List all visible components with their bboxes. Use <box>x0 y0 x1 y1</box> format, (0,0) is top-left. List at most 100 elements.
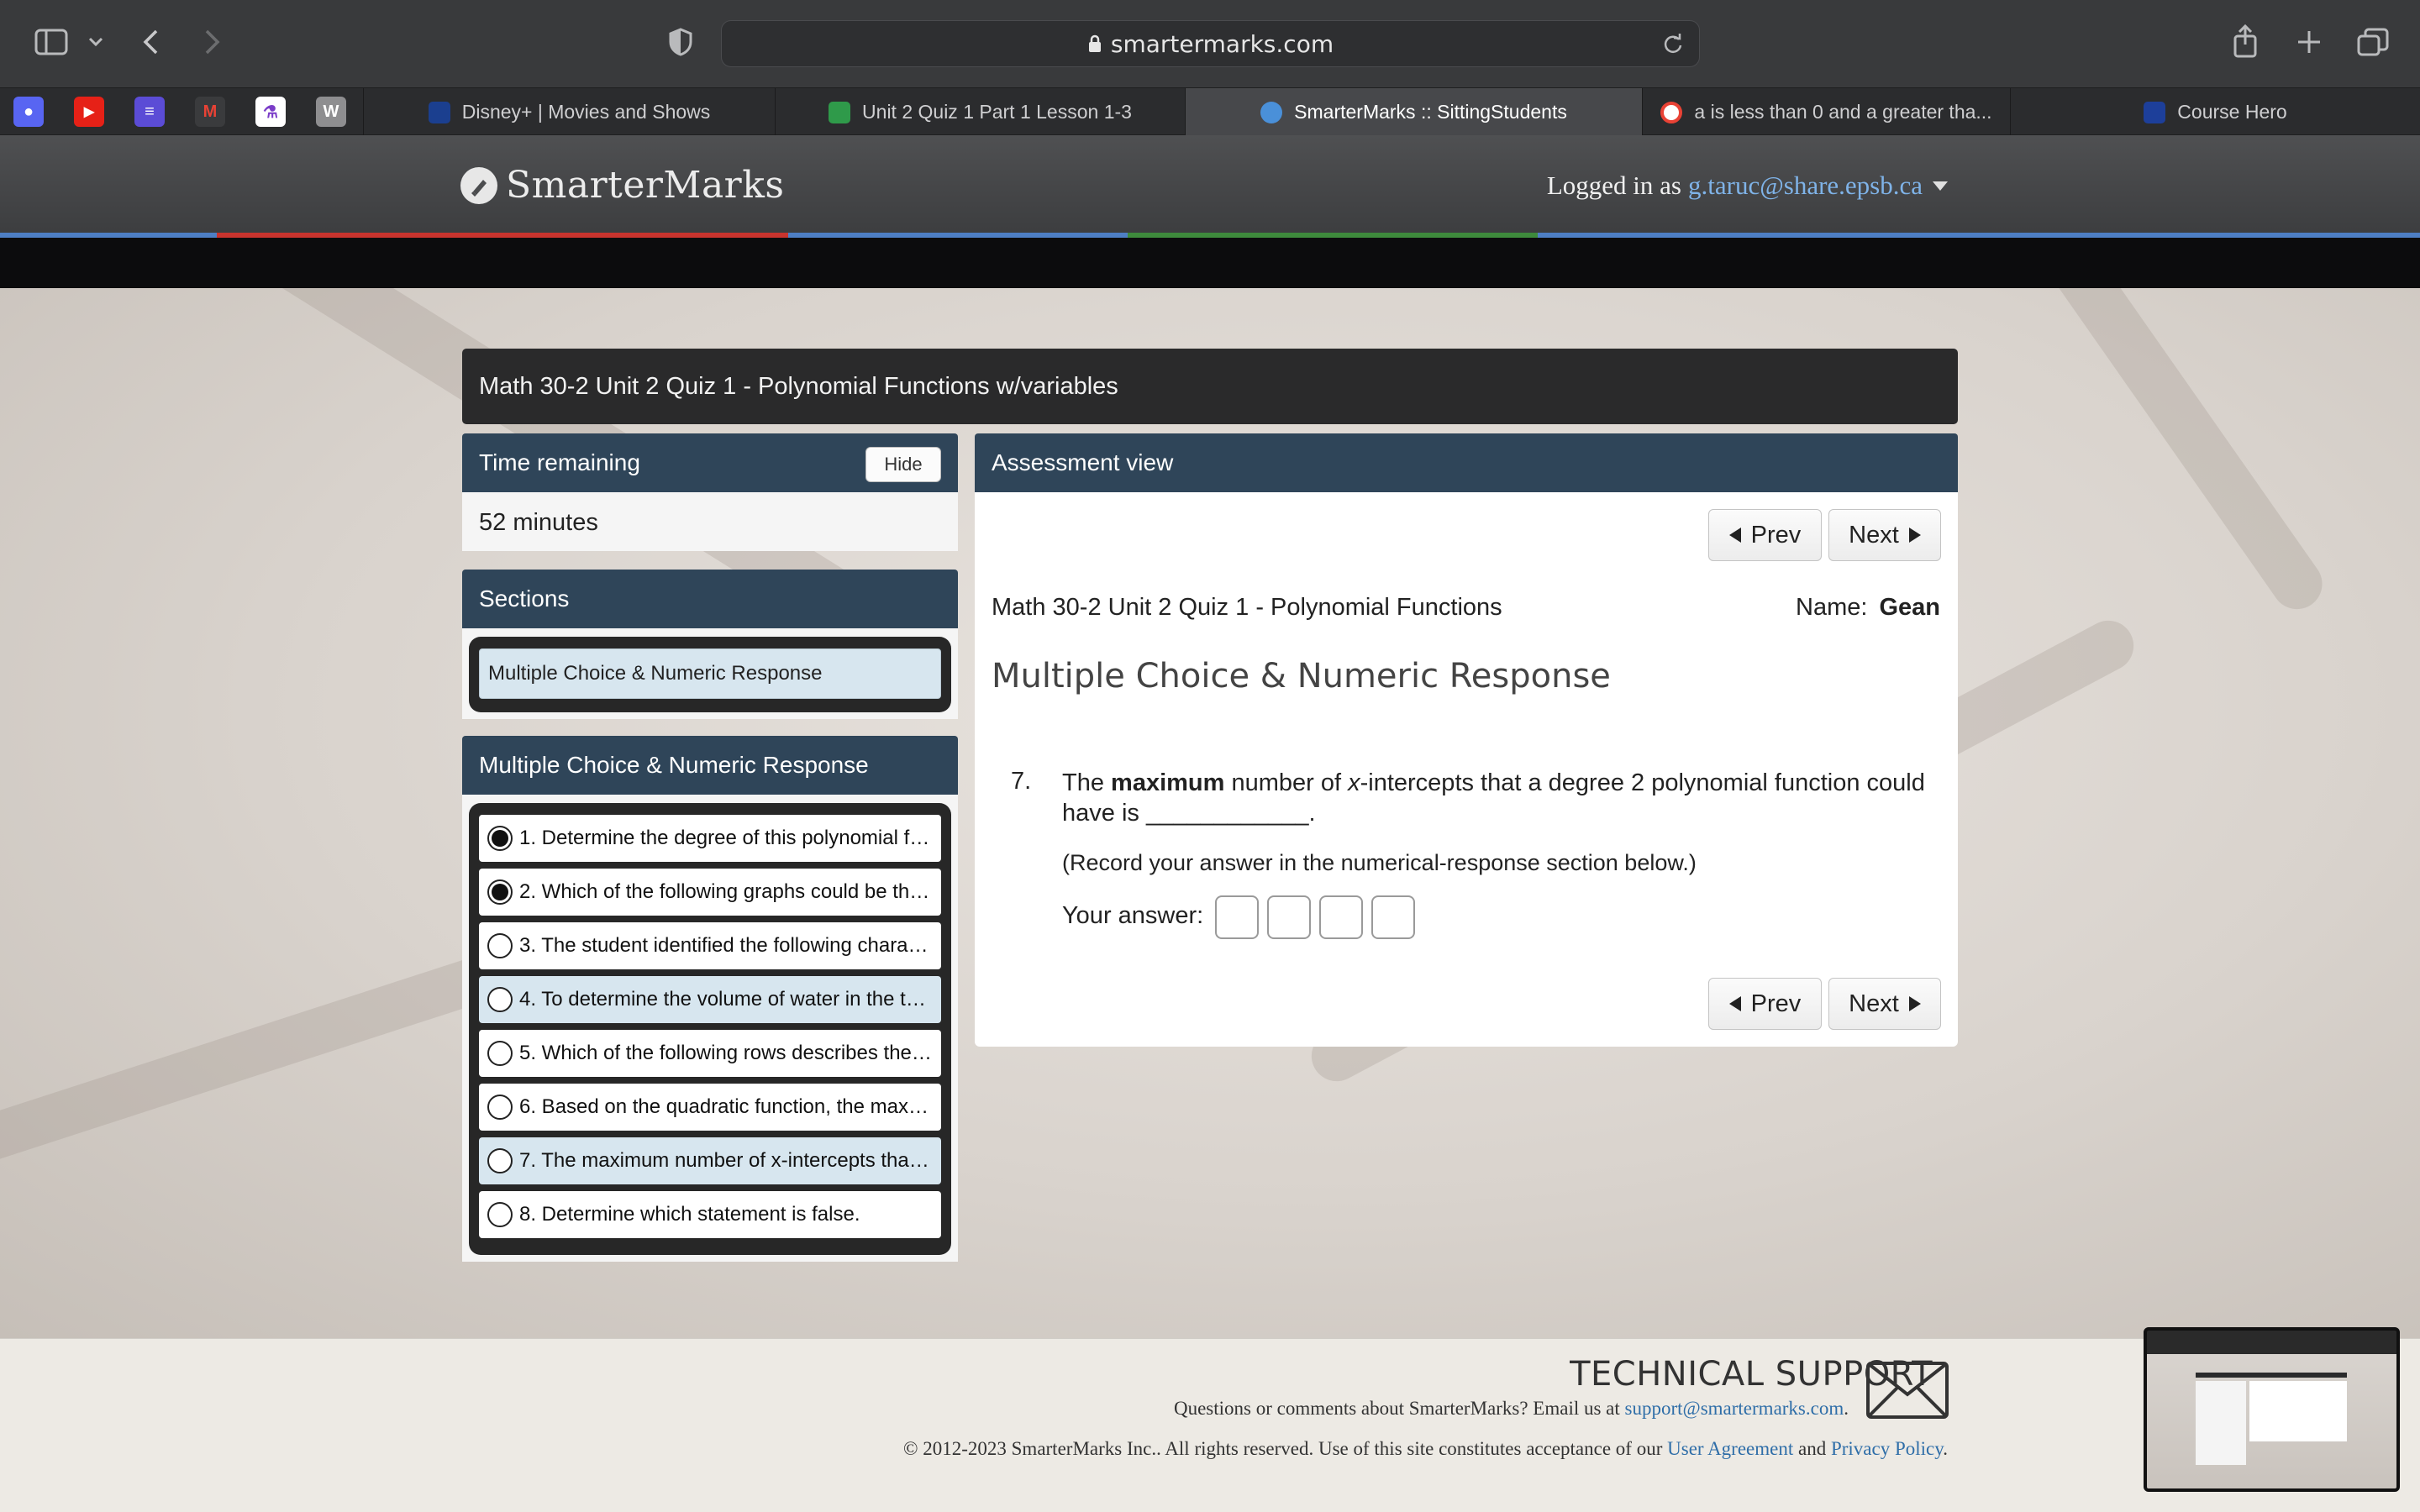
forward-icon[interactable] <box>195 25 229 59</box>
support-contact-text: Questions or comments about SmarterMarks… <box>1173 1398 1620 1419</box>
google-favicon-icon <box>1660 101 1683 123</box>
tab-label: Unit 2 Quiz 1 Part 1 Lesson 1-3 <box>862 101 1132 123</box>
question-text-line2: have is ____________. <box>1062 800 1316 827</box>
sections-panel: Multiple Choice & Numeric Response <box>462 628 958 719</box>
tab-label: Course Hero <box>2177 101 2287 123</box>
next-label: Next <box>1849 521 1899 549</box>
triangle-right-icon <box>1908 996 1921 1011</box>
quiz-name: Math 30-2 Unit 2 Quiz 1 - Polynomial Fun… <box>992 594 1502 621</box>
site-logo[interactable]: SmarterMarks <box>460 164 784 207</box>
answer-digit-3[interactable] <box>1319 895 1363 939</box>
section-title: Multiple Choice & Numeric Response <box>992 657 1611 696</box>
question-label: 4. To determine the volume of water in t… <box>519 988 933 1011</box>
logged-in-label: Logged in as <box>1546 171 1681 200</box>
period: . <box>1844 1398 1849 1419</box>
support-email-link[interactable]: support@smartermarks.com <box>1625 1398 1844 1419</box>
time-remaining-panel: 52 minutes <box>462 492 958 551</box>
user-email[interactable]: g.taruc@share.epsb.ca <box>1688 171 1923 201</box>
gmail-icon[interactable]: M <box>195 97 225 127</box>
chevron-down-icon[interactable] <box>84 30 108 54</box>
url-text: smartermarks.com <box>1110 29 1334 58</box>
thumbnail-content <box>2147 1354 2396 1488</box>
question-item-8[interactable]: 8. Determine which statement is false. <box>479 1191 941 1238</box>
section-item[interactable]: Multiple Choice & Numeric Response <box>479 648 941 699</box>
question-item-2[interactable]: 2. Which of the following graphs could b… <box>479 869 941 916</box>
answer-digit-4[interactable] <box>1371 895 1415 939</box>
tab-overview-icon[interactable] <box>2354 25 2391 59</box>
question-label: 7. The maximum number of x-intercepts th… <box>519 1149 933 1172</box>
triangle-left-icon <box>1728 528 1741 543</box>
question-list-title: Multiple Choice & Numeric Response <box>479 752 869 778</box>
question-list: 1. Determine the degree of this polynomi… <box>469 803 951 1255</box>
prev-button-top[interactable]: Prev <box>1708 509 1822 561</box>
answer-digit-2[interactable] <box>1267 895 1311 939</box>
question-text-part3: -intercepts that a degree 2 polynomial f… <box>1360 769 1925 796</box>
question-item-6[interactable]: 6. Based on the quadratic function, the … <box>479 1084 941 1131</box>
user-agreement-link[interactable]: User Agreement <box>1667 1438 1793 1459</box>
question-item-7[interactable]: 7. The maximum number of x-intercepts th… <box>479 1137 941 1184</box>
tab-smartermarks[interactable]: SmarterMarks :: SittingStudents <box>1185 88 1642 136</box>
list-app-icon[interactable]: ≡ <box>134 97 165 127</box>
sidebar-toggle-icon[interactable] <box>32 25 71 59</box>
tab-unit2-quiz[interactable]: Unit 2 Quiz 1 Part 1 Lesson 1-3 <box>775 88 1185 136</box>
radio-unanswered-icon <box>487 1202 513 1227</box>
time-remaining-value: 52 minutes <box>479 509 598 536</box>
question-list-panel: 1. Determine the degree of this polynomi… <box>462 795 958 1262</box>
question-text-bold: maximum <box>1111 769 1225 796</box>
radio-unanswered-icon <box>487 1041 513 1066</box>
next-button-top[interactable]: Next <box>1828 509 1941 561</box>
support-contact-line: Questions or comments about SmarterMarks… <box>1174 1398 1849 1420</box>
new-tab-icon[interactable] <box>2292 25 2326 59</box>
back-icon[interactable] <box>134 25 168 59</box>
privacy-shield-icon[interactable] <box>666 25 696 59</box>
radio-answered-icon <box>487 879 513 905</box>
prev-button-bottom[interactable]: Prev <box>1708 978 1822 1030</box>
w-app-icon[interactable]: W <box>316 97 346 127</box>
prev-label: Prev <box>1750 990 1802 1017</box>
tab-bar: ● ▶ ≡ M ⚗ W Disney+ | Movies and Shows U… <box>0 87 2420 136</box>
tab-course-hero[interactable]: Course Hero <box>2010 88 2420 136</box>
student-name-row: Name: Gean <box>1796 594 1940 622</box>
answer-digit-1[interactable] <box>1215 895 1259 939</box>
logo-text: SmarterMarks <box>506 164 785 207</box>
tab-disney[interactable]: Disney+ | Movies and Shows <box>363 88 775 136</box>
sections-title: Sections <box>479 585 570 612</box>
radio-unanswered-icon <box>487 933 513 958</box>
discord-icon[interactable]: ● <box>13 97 44 127</box>
question-item-3[interactable]: 3. The student identified the following … <box>479 922 941 969</box>
period: . <box>1943 1438 1948 1459</box>
sections-header: Sections <box>462 570 958 628</box>
classroom-favicon-icon <box>829 101 851 123</box>
question-text-part2: number of <box>1224 769 1349 796</box>
and-text: and <box>1797 1438 1827 1459</box>
mail-icon <box>1866 1362 1949 1419</box>
radio-unanswered-icon <box>487 987 513 1012</box>
hide-timer-button[interactable]: Hide <box>865 447 941 482</box>
assessment-view-header: Assessment view <box>975 433 1958 492</box>
question-label: 2. Which of the following graphs could b… <box>519 880 933 903</box>
tab-google-search[interactable]: a is less than 0 and a greater tha... <box>1642 88 2010 136</box>
tab-label: Disney+ | Movies and Shows <box>461 101 711 123</box>
smartermarks-logo-icon <box>460 166 497 204</box>
assessment-view-title: Assessment view <box>992 449 1174 475</box>
question-label: 6. Based on the quadratic function, the … <box>519 1095 933 1118</box>
question-item-5[interactable]: 5. Which of the following rows describes… <box>479 1030 941 1077</box>
caret-down-icon[interactable] <box>1933 181 1948 191</box>
share-icon[interactable] <box>2228 22 2262 60</box>
smartermarks-favicon-icon <box>1260 101 1283 123</box>
question-instruction: (Record your answer in the numerical-res… <box>1062 850 1697 875</box>
browser-toolbar: smartermarks.com <box>0 0 2420 87</box>
next-button-bottom[interactable]: Next <box>1828 978 1941 1030</box>
flask-icon[interactable]: ⚗ <box>255 97 286 127</box>
question-item-4[interactable]: 4. To determine the volume of water in t… <box>479 976 941 1023</box>
privacy-policy-link[interactable]: Privacy Policy <box>1831 1438 1943 1459</box>
sections-list: Multiple Choice & Numeric Response <box>469 637 951 712</box>
screenshot-thumbnail[interactable] <box>2144 1327 2400 1492</box>
address-bar[interactable]: smartermarks.com <box>721 20 1700 67</box>
question-label: 8. Determine which statement is false. <box>519 1203 860 1226</box>
reload-icon[interactable] <box>1662 33 1684 59</box>
youtube-icon[interactable]: ▶ <box>74 97 104 127</box>
account-menu[interactable]: Logged in as g.taruc@share.epsb.ca <box>1547 171 1948 201</box>
question-item-1[interactable]: 1. Determine the degree of this polynomi… <box>479 815 941 862</box>
next-label: Next <box>1849 990 1899 1017</box>
